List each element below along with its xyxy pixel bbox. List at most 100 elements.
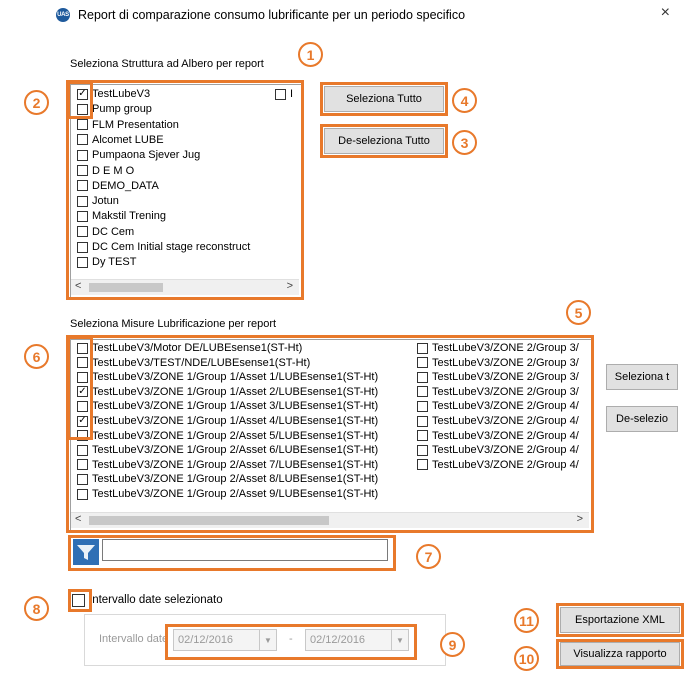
measure-list-item[interactable]: TestLubeV3/ZONE 1/Group 2/Asset 7/LUBEse… <box>77 458 378 472</box>
checkbox[interactable] <box>417 400 428 412</box>
annotation-badge-4: 4 <box>452 88 477 113</box>
annotation-badge-7: 7 <box>416 544 441 569</box>
checkbox[interactable] <box>77 256 88 268</box>
tree-list-item[interactable]: Pump group <box>77 102 152 116</box>
checkbox[interactable] <box>417 357 428 369</box>
select-all-tree-button[interactable]: Seleziona Tutto <box>324 86 444 112</box>
checkbox[interactable] <box>77 103 88 115</box>
measure-list-item[interactable]: TestLubeV3/ZONE 2/Group 3/ <box>417 370 579 384</box>
tree-listbox[interactable]: ✓ TestLubeV3 Pump group FLM Presentation Alc… <box>70 84 302 298</box>
deselect-all-tree-button[interactable]: De-seleziona Tutto <box>324 128 444 154</box>
measure-list-item[interactable]: TestLubeV3/ZONE 2/Group 4/ <box>417 414 579 428</box>
measure-list-item[interactable]: TestLubeV3/TEST/NDE/LUBEsense1(ST-Ht) <box>77 356 310 370</box>
scroll-left-icon[interactable]: < <box>75 513 81 525</box>
scroll-right-icon[interactable]: > <box>577 513 583 525</box>
filter-input[interactable] <box>102 539 388 561</box>
checkbox[interactable] <box>77 195 88 207</box>
tree-list-item[interactable]: Alcomet LUBE <box>77 133 164 147</box>
checkbox[interactable] <box>77 444 88 456</box>
measure-list-item[interactable]: TestLubeV3/ZONE 2/Group 4/ <box>417 429 579 443</box>
measure-list-item[interactable]: TestLubeV3/ZONE 2/Group 3/ <box>417 356 579 370</box>
measure-list-item[interactable]: ✓ TestLubeV3/ZONE 1/Group 1/Asset 4/LUBEs… <box>77 414 378 428</box>
checkbox[interactable]: ✓ <box>77 415 88 427</box>
checkbox[interactable] <box>77 488 88 500</box>
tree-list-item[interactable]: DC Cem <box>77 225 134 239</box>
measures-horizontal-scrollbar[interactable]: < > <box>71 512 589 528</box>
measure-list-item[interactable]: TestLubeV3/ZONE 1/Group 2/Asset 9/LUBEse… <box>77 487 378 501</box>
scrollbar-thumb[interactable] <box>89 516 329 525</box>
checkbox[interactable] <box>77 430 88 442</box>
checkbox[interactable] <box>417 415 428 427</box>
chevron-down-icon[interactable]: ▼ <box>259 630 276 650</box>
measure-list-item[interactable]: TestLubeV3/ZONE 2/Group 3/ <box>417 385 579 399</box>
checkbox[interactable] <box>77 342 88 354</box>
checkbox[interactable] <box>77 459 88 471</box>
select-all-measures-button[interactable]: Seleziona t <box>606 364 678 390</box>
tree-list-item[interactable]: I <box>275 87 293 101</box>
checkbox[interactable] <box>417 386 428 398</box>
measure-list-item[interactable]: TestLubeV3/ZONE 2/Group 3/ <box>417 341 579 355</box>
measure-item-label: TestLubeV3/ZONE 2/Group 3/ <box>432 342 579 354</box>
measure-list-item[interactable]: TestLubeV3/ZONE 1/Group 2/Asset 6/LUBEse… <box>77 443 378 457</box>
checkbox[interactable] <box>77 357 88 369</box>
checkbox[interactable] <box>77 149 88 161</box>
deselect-all-measures-button[interactable]: De-selezio <box>606 406 678 432</box>
tree-item-label: D E M O <box>92 164 135 177</box>
checkbox[interactable] <box>77 241 88 253</box>
measure-list-item[interactable]: ✓ TestLubeV3/ZONE 1/Group 1/Asset 2/LUBEs… <box>77 385 378 399</box>
tree-list-item[interactable]: Pumpaona Sjever Jug <box>77 148 200 162</box>
checkbox[interactable] <box>77 134 88 146</box>
measure-list-item[interactable]: TestLubeV3/ZONE 2/Group 4/ <box>417 443 579 457</box>
checkbox[interactable] <box>77 210 88 222</box>
checkbox[interactable]: ✓ <box>77 88 88 100</box>
measure-list-item[interactable]: TestLubeV3/Motor DE/LUBEsense1(ST-Ht) <box>77 341 302 355</box>
date-to-picker[interactable]: 02/12/2016 ▼ <box>305 629 409 651</box>
measure-list-item[interactable]: TestLubeV3/ZONE 2/Group 4/ <box>417 458 579 472</box>
date-from-picker[interactable]: 02/12/2016 ▼ <box>173 629 277 651</box>
checkbox[interactable] <box>417 459 428 471</box>
checkbox[interactable] <box>77 473 88 485</box>
tree-list-item[interactable]: DC Cem Initial stage reconstruct <box>77 240 250 254</box>
tree-list-item[interactable]: Makstil Trening <box>77 209 166 223</box>
measure-list-item[interactable]: TestLubeV3/ZONE 1/Group 2/Asset 5/LUBEse… <box>77 429 378 443</box>
measures-listbox[interactable]: TestLubeV3/Motor DE/LUBEsense1(ST-Ht) Tes… <box>70 339 592 531</box>
tree-list-item[interactable]: D E M O <box>77 164 134 178</box>
tree-horizontal-scrollbar[interactable]: < > <box>71 279 299 295</box>
checkbox[interactable] <box>77 180 88 192</box>
tree-list-item[interactable]: Dy TEST <box>77 255 136 269</box>
tree-list-item[interactable]: FLM Presentation <box>77 118 179 132</box>
checkbox[interactable]: ✓ <box>77 386 88 398</box>
measure-list-item[interactable]: TestLubeV3/ZONE 2/Group 4/ <box>417 399 579 413</box>
checkbox[interactable] <box>77 119 88 131</box>
date-range-checkbox[interactable] <box>72 593 85 607</box>
measures-section-label: Seleziona Misure Lubrificazione per repo… <box>70 318 277 330</box>
tree-list-item[interactable]: DEMO_DATA <box>77 179 159 193</box>
checkbox[interactable] <box>77 400 88 412</box>
checkbox[interactable] <box>417 371 428 383</box>
measure-list-item[interactable]: TestLubeV3/ZONE 1/Group 2/Asset 8/LUBEse… <box>77 472 378 486</box>
scroll-left-icon[interactable]: < <box>75 280 81 292</box>
checkbox[interactable] <box>77 165 88 176</box>
tree-list-item[interactable]: ✓ TestLubeV3 <box>77 87 150 101</box>
scrollbar-thumb[interactable] <box>89 283 163 292</box>
checkbox[interactable] <box>417 342 428 354</box>
checkbox[interactable] <box>417 444 428 456</box>
measure-list-item[interactable]: TestLubeV3/ZONE 1/Group 1/Asset 3/LUBEse… <box>77 399 378 413</box>
close-icon[interactable]: × <box>661 4 670 22</box>
checkbox[interactable] <box>77 226 88 238</box>
tree-item-label: Pumpaona Sjever Jug <box>92 149 201 162</box>
filter-funnel-icon[interactable] <box>73 539 99 565</box>
annotation-badge-8: 8 <box>24 596 49 621</box>
scroll-right-icon[interactable]: > <box>287 280 293 292</box>
chevron-down-icon[interactable]: ▼ <box>391 630 408 650</box>
checkbox[interactable] <box>417 430 428 442</box>
checkbox[interactable] <box>77 371 88 383</box>
view-report-button[interactable]: Visualizza rapporto <box>560 642 680 666</box>
tree-list-item[interactable]: Jotun <box>77 194 119 208</box>
checkbox[interactable] <box>275 88 286 100</box>
export-xml-button[interactable]: Esportazione XML <box>560 607 680 633</box>
date-to-value: 02/12/2016 <box>310 634 366 646</box>
measure-list-item[interactable]: TestLubeV3/ZONE 1/Group 1/Asset 1/LUBEse… <box>77 370 378 384</box>
date-range-toggle[interactable]: Intervallo date selezionato <box>72 593 223 607</box>
date-separator: - <box>289 633 293 645</box>
